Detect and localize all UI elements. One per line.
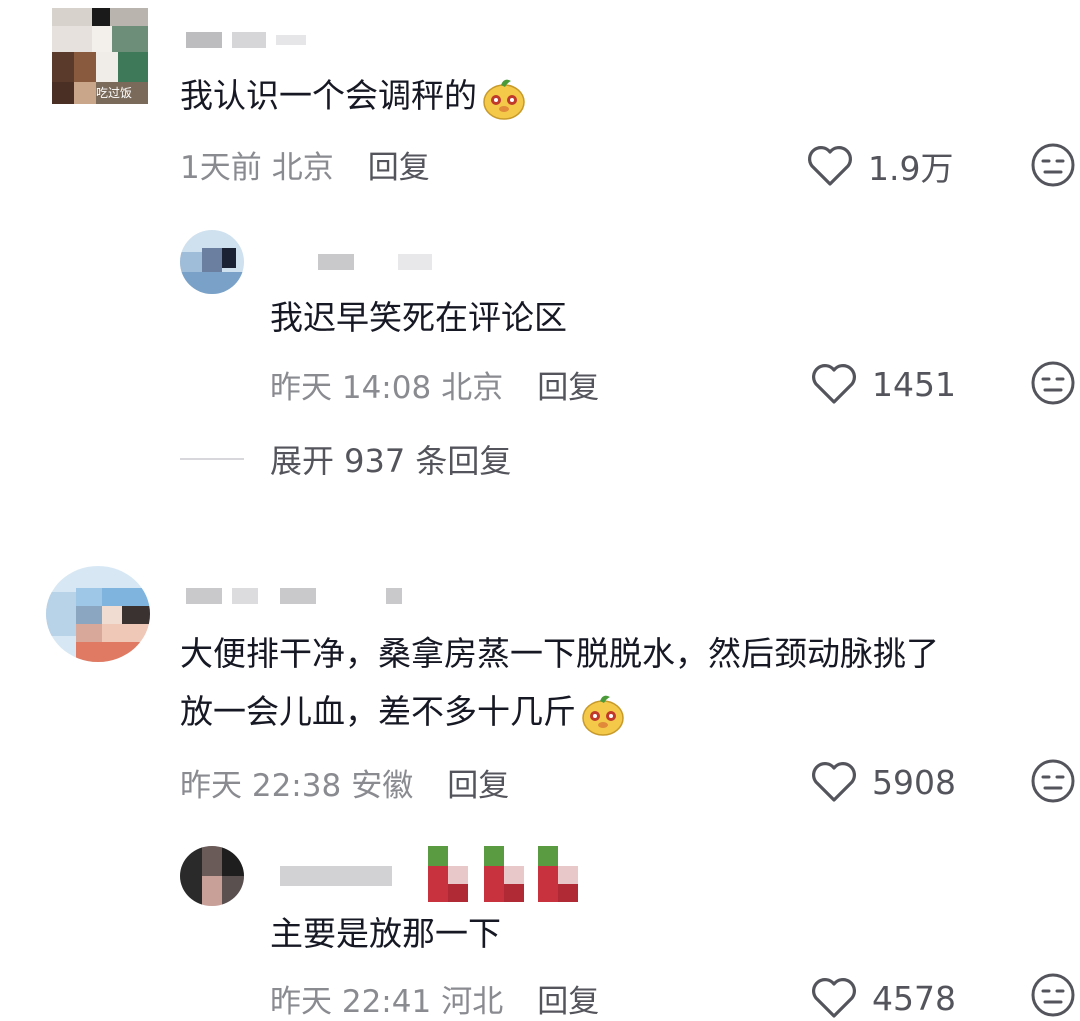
heart-icon [812, 762, 856, 802]
expand-replies-button[interactable]: 展开 937 条回复 [180, 436, 511, 482]
expand-replies-label: 展开 937 条回复 [270, 442, 512, 480]
comment-location: 河北 [441, 984, 504, 1020]
comment-text-line: 大便排干净，桑拿房蒸一下脱脱水，然后颈动脉挑了 [180, 634, 939, 673]
comment-text-body: 我认识一个会调秤的 [180, 76, 477, 115]
comment-meta: 1天前 北京 回复 [180, 142, 430, 187]
like-count: 4578 [872, 978, 956, 1018]
dislike-face-icon[interactable] [1030, 972, 1076, 1018]
heart-icon [812, 978, 856, 1018]
like-count: 1.9万 [868, 149, 954, 188]
strawberry-icon [484, 846, 524, 902]
like-button[interactable]: 4578 [810, 976, 956, 1020]
comment-meta: 昨天 22:41 河北 回复 [270, 976, 599, 1021]
username-blurred[interactable] [186, 588, 402, 604]
comment-time: 1天前 [180, 150, 262, 186]
heart-icon [812, 364, 856, 404]
comment-meta: 昨天 22:38 安徽 回复 [180, 760, 509, 805]
reply-button[interactable]: 回复 [368, 142, 430, 187]
comment-text: 我认识一个会调秤的 [180, 74, 527, 121]
comment-location: 安徽 [351, 768, 414, 804]
avatar[interactable]: 吃过饭 [52, 8, 148, 104]
username-blurred[interactable] [318, 254, 432, 270]
avatar[interactable] [180, 230, 244, 294]
strawberry-emoji-row [428, 846, 578, 902]
reply-button[interactable]: 回复 [537, 976, 599, 1021]
dislike-face-icon[interactable] [1030, 360, 1076, 406]
divider [180, 458, 244, 460]
comment-text: 主要是放那一下 [270, 914, 501, 953]
dislike-face-icon[interactable] [1030, 758, 1076, 804]
dislike-face-icon[interactable] [1030, 142, 1076, 188]
reply-button[interactable]: 回复 [447, 760, 509, 805]
like-button[interactable]: 5908 [810, 760, 956, 804]
like-button[interactable]: 1.9万 [806, 142, 953, 190]
username-blurred[interactable] [280, 866, 392, 886]
comment-location: 北京 [271, 150, 334, 186]
yellow-bear-emoji [582, 695, 624, 736]
heart-icon [808, 146, 852, 186]
avatar[interactable] [180, 846, 244, 906]
username-blurred[interactable] [186, 32, 306, 48]
yellow-bear-emoji [483, 79, 525, 120]
comment-time: 昨天 22:38 [180, 768, 342, 804]
comment-text-line: 放一会儿血，差不多十几斤 [180, 692, 576, 731]
comment-location: 北京 [441, 370, 504, 406]
comment-meta: 昨天 14:08 北京 回复 [270, 362, 599, 407]
comment-text: 我迟早笑死在评论区 [270, 298, 567, 337]
avatar-caption: 吃过饭 [96, 86, 133, 100]
reply-button[interactable]: 回复 [537, 362, 599, 407]
like-count: 5908 [872, 762, 956, 802]
like-count: 1451 [872, 364, 956, 404]
like-button[interactable]: 1451 [810, 362, 956, 406]
strawberry-icon [538, 846, 578, 902]
comment-time: 昨天 14:08 [270, 370, 432, 406]
comment-text: 大便排干净，桑拿房蒸一下脱脱水，然后颈动脉挑了 [180, 632, 939, 676]
strawberry-icon [428, 846, 468, 902]
comment-time: 昨天 22:41 [270, 984, 432, 1020]
comment-text: 放一会儿血，差不多十几斤 [180, 690, 626, 737]
avatar[interactable] [46, 566, 150, 662]
